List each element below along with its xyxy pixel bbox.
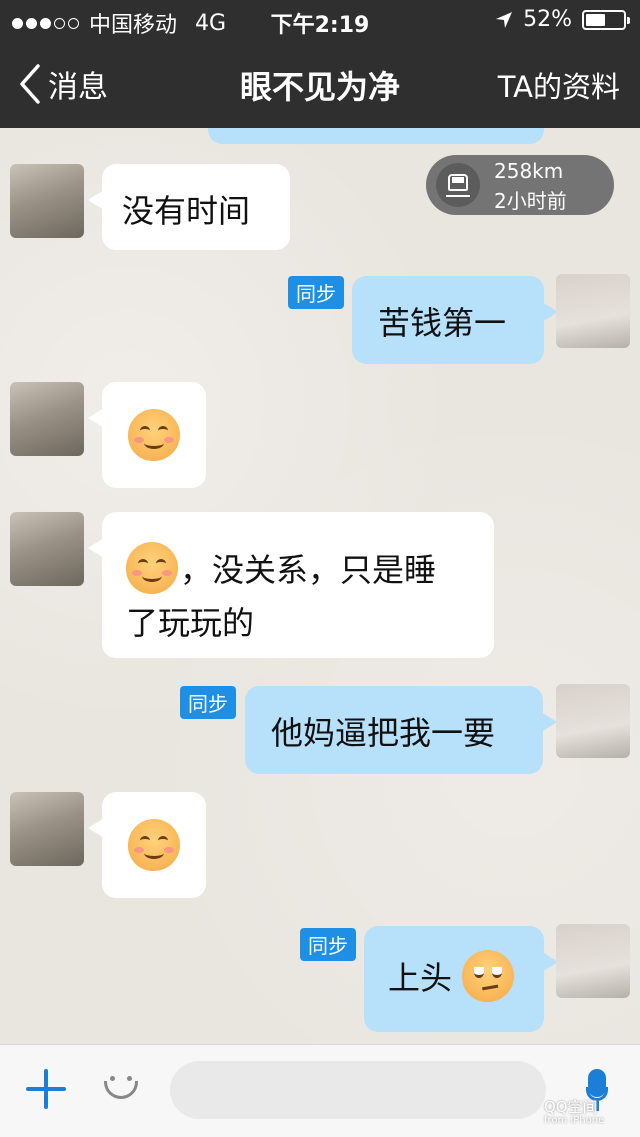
message-bubble-incoming[interactable] (88, 382, 206, 488)
my-avatar[interactable] (556, 274, 630, 348)
qzone-watermark: QQ空间 from iPhone (544, 1096, 604, 1126)
smile-emoji (126, 542, 178, 594)
sync-badge: 同步 (300, 928, 356, 961)
emoji-picker-icon[interactable] (104, 1071, 138, 1105)
sync-badge: 同步 (288, 276, 344, 309)
message-bubble-outgoing[interactable]: 苦钱第一 (352, 276, 558, 364)
battery-percent: 52% (523, 7, 572, 32)
contact-avatar[interactable] (10, 792, 84, 866)
profile-button[interactable]: TA的资料 (498, 64, 620, 106)
message-bubble-outgoing[interactable]: 上头 (364, 926, 558, 1032)
battery-icon (582, 9, 630, 30)
partial-message-bubble (208, 128, 544, 144)
message-text: 苦钱第一 (378, 304, 507, 342)
message-bubble-incoming[interactable]: 没有时间 (88, 164, 290, 250)
message-text-line2: 了玩玩的 (126, 604, 255, 642)
watermark-line2: from iPhone (544, 1115, 605, 1126)
clock: 下午2:19 (270, 13, 370, 38)
message-text: 上头 (388, 959, 453, 997)
navigation-bar: 消息 眼不见为净 TA的资料 (0, 40, 640, 128)
smirk-emoji (462, 950, 515, 1002)
location-card[interactable]: 258km 2小时前 (426, 155, 614, 215)
message-bubble-outgoing[interactable]: 他妈逼把我一要 (245, 686, 557, 774)
my-avatar[interactable] (556, 924, 630, 998)
top-bar: 中国移动 4G 下午2:19 52% 消息 眼不见为净 TA的资料 (0, 0, 640, 128)
message-text: 没有时间 (122, 192, 251, 230)
contact-avatar[interactable] (10, 382, 84, 456)
location-distance: 258km (494, 159, 564, 183)
sync-badge: 同步 (180, 686, 236, 719)
location-time-ago: 2小时前 (494, 189, 567, 213)
smile-emoji (128, 819, 180, 871)
message-bubble-incoming[interactable]: ，没关系，只是睡 了玩玩的 (88, 512, 494, 658)
watermark-line1: QQ空间 (544, 1098, 598, 1116)
contact-avatar[interactable] (10, 164, 84, 238)
location-arrow-icon (496, 11, 513, 28)
message-input[interactable] (170, 1061, 546, 1119)
train-icon (436, 163, 480, 207)
contact-avatar[interactable] (10, 512, 84, 586)
my-avatar[interactable] (556, 684, 630, 758)
plus-icon[interactable] (26, 1069, 66, 1109)
smile-emoji (128, 409, 180, 461)
message-bubble-incoming[interactable] (88, 792, 206, 898)
status-bar: 中国移动 4G 下午2:19 52% (0, 0, 640, 40)
message-text: 他妈逼把我一要 (271, 714, 496, 752)
message-text-line1: ，没关系，只是睡 (180, 551, 437, 589)
